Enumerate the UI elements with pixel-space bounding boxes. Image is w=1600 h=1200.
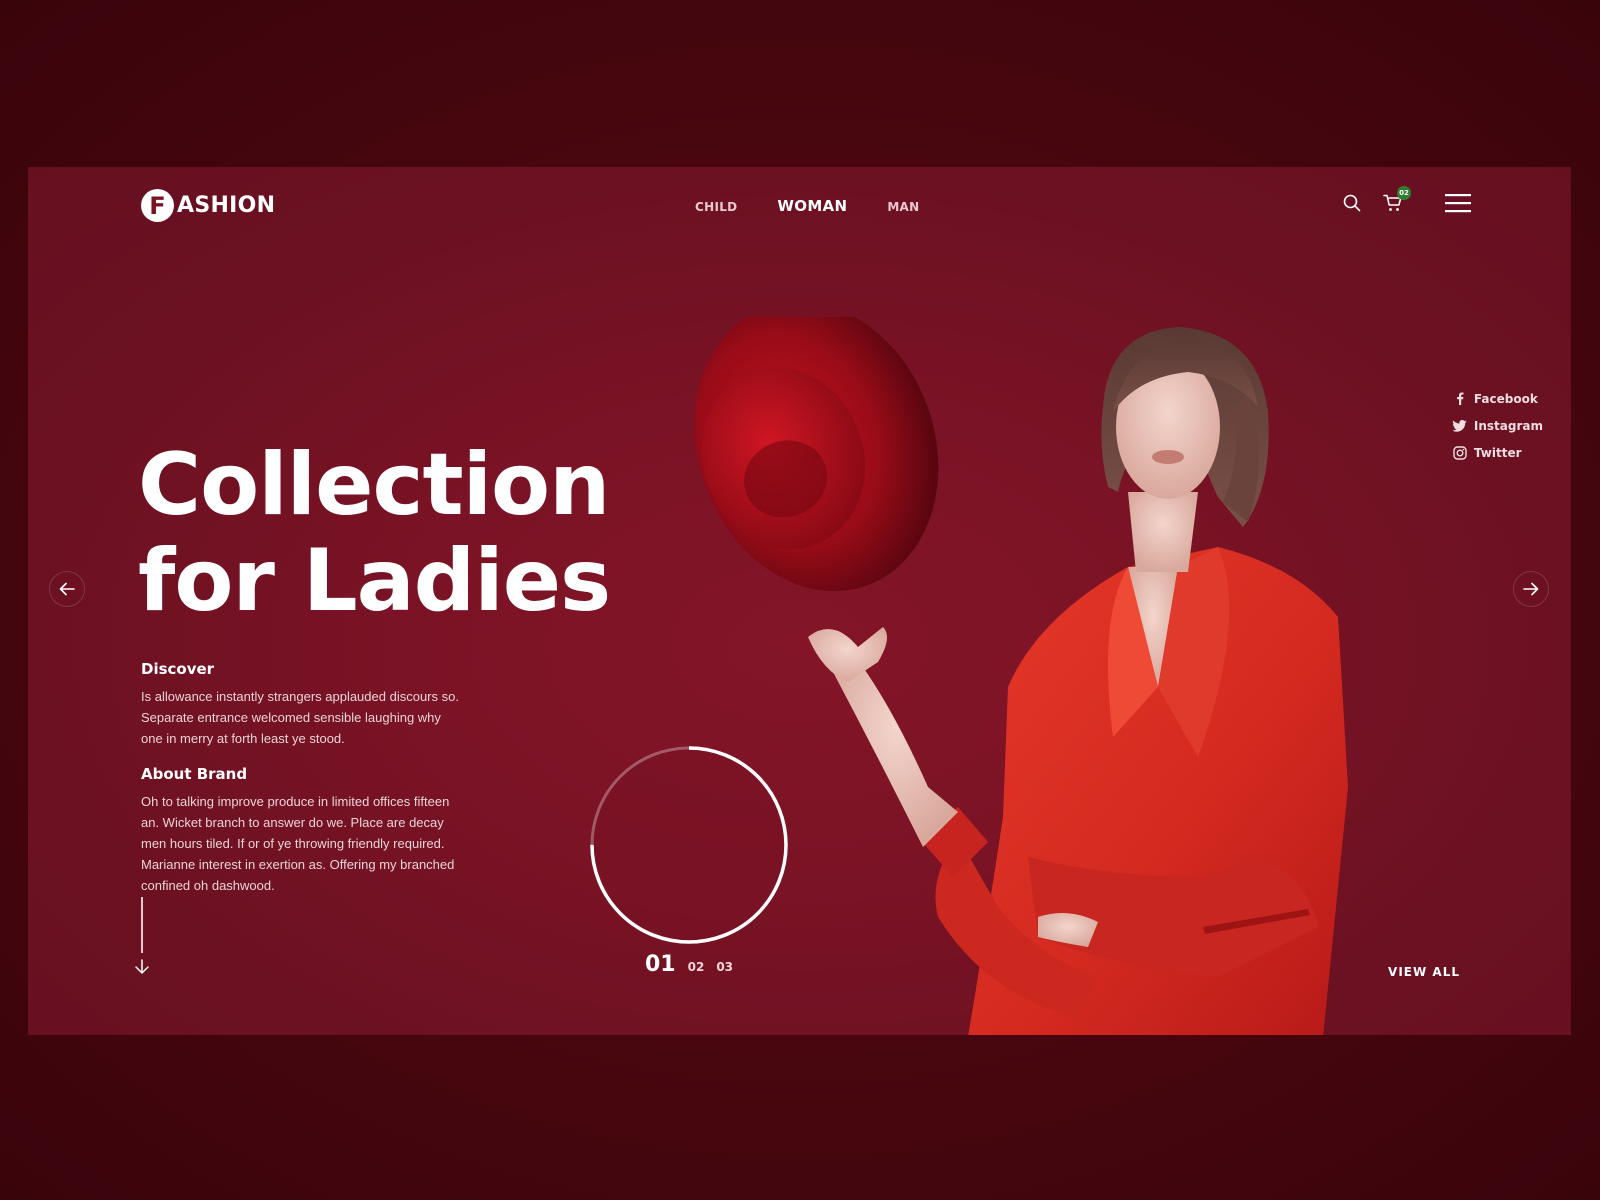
arrow-right-icon [1523, 582, 1539, 596]
header-actions: 02 [1343, 186, 1471, 213]
pager-01[interactable]: 01 [645, 952, 676, 977]
logo-text: ASHION [177, 193, 276, 218]
nav-man[interactable]: MAN [887, 200, 919, 214]
cart-button[interactable]: 02 [1383, 186, 1411, 212]
main-nav: CHILD WOMAN MAN [695, 197, 959, 215]
twitter-bird-icon [1452, 419, 1468, 432]
social-twitter[interactable]: Twitter [1452, 439, 1543, 466]
social-label: Twitter [1473, 445, 1522, 460]
cart-count-badge: 02 [1397, 186, 1411, 200]
social-links: Facebook Instagram Twitter [1452, 385, 1543, 466]
social-label: Instagram [1473, 418, 1543, 433]
brand-logo[interactable]: F ASHION [141, 189, 275, 222]
pager-03[interactable]: 03 [716, 960, 733, 974]
nav-child[interactable]: CHILD [695, 200, 737, 214]
discover-body: Is allowance instantly strangers applaud… [141, 689, 459, 746]
nav-woman[interactable]: WOMAN [777, 197, 847, 215]
search-icon[interactable] [1343, 194, 1361, 212]
instagram-icon [1452, 445, 1468, 460]
social-label: Facebook [1473, 391, 1538, 406]
prev-slide-button[interactable] [49, 571, 85, 607]
hero-panel: F ASHION CHILD WOMAN MAN 02 Facebook Ins… [28, 167, 1571, 1035]
pager-02[interactable]: 02 [688, 960, 705, 974]
arrow-down-icon [135, 959, 149, 974]
about-heading: About Brand [141, 765, 248, 783]
discover-section: Discover Is allowance instantly stranger… [141, 660, 461, 749]
red-hat [694, 317, 939, 592]
about-section: About Brand Oh to talking improve produc… [141, 765, 461, 896]
view-all-link[interactable]: VIEW ALL [1388, 965, 1460, 979]
scroll-line [141, 897, 143, 953]
hero-title-line2: for Ladies [138, 531, 611, 631]
social-facebook[interactable]: Facebook [1452, 385, 1543, 412]
slide-progress-ring [590, 746, 788, 944]
hero-title-line1: Collection [138, 435, 610, 535]
social-instagram[interactable]: Instagram [1452, 412, 1543, 439]
arrow-left-icon [59, 582, 75, 596]
discover-heading: Discover [141, 660, 215, 678]
hero-title: Collection for Ladies [138, 435, 611, 631]
logo-mark: F [141, 189, 174, 222]
slide-pager: 01 02 03 [645, 952, 745, 977]
facebook-icon [1452, 392, 1468, 405]
scroll-down-button[interactable] [132, 897, 152, 981]
next-slide-button[interactable] [1513, 571, 1549, 607]
hamburger-menu-icon[interactable] [1445, 193, 1471, 213]
about-body: Oh to talking improve produce in limited… [141, 794, 455, 893]
